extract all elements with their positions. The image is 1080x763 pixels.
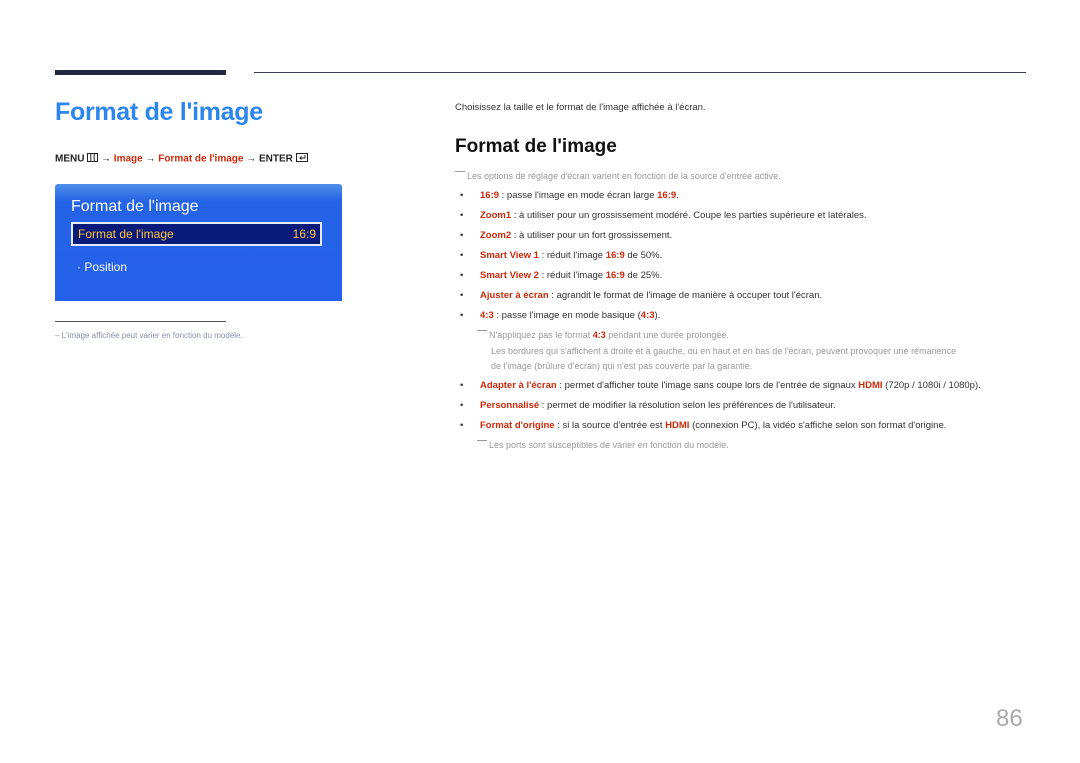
bullet-icon: • [460,400,464,411]
bullet-icon: • [460,230,464,241]
list-item: • Smart View 2 : réduit l'image 16:9 de 2… [460,270,662,281]
note-text: pendant une durée prolongée. [605,330,729,340]
osd-title: Format de l'image [71,198,199,215]
desc: : à utiliser pour un grossissement modér… [511,210,867,221]
footnote-text: L'image affichée peut varier en fonction… [61,331,243,340]
list-item: • Zoom1 : à utiliser pour un grossissemen… [460,210,867,221]
highlight: 16:9 [605,270,625,281]
page-title: Format de l'image [55,98,263,126]
highlight: HDMI [665,420,690,431]
term: Zoom2 [480,230,512,241]
desc: ). [654,310,661,321]
list-item: • Personnalisé : permet de modifier la ré… [460,400,836,411]
menu-icon [87,153,99,165]
note-43-detail-1: Les bordures qui s'affichent à droite et… [491,346,957,356]
list-item: • Zoom2 : à utiliser pour un fort grossis… [460,230,672,241]
list-item: • Smart View 1 : réduit l'image 16:9 de 5… [460,250,662,261]
desc: de 50%. [624,250,663,261]
note-dash-icon [477,330,487,331]
term: Ajuster à écran [480,290,549,301]
highlight: 16:9 [605,250,625,261]
bullet-icon: • [460,250,464,261]
arrow: → [101,153,112,165]
term: Smart View 1 [480,250,539,261]
header-accent-bar [55,70,226,75]
footnote-rule [55,321,226,322]
enter-label: ENTER [259,153,293,165]
note-43-warning: N'appliquez pas le format 4:3 pendant un… [477,330,729,340]
term: Zoom1 [480,210,512,221]
term: Format d'origine [480,420,555,431]
desc: : réduit l'image [538,250,606,261]
footnote: – L'image affichée peut varier en foncti… [55,331,243,340]
note-ports: Les ports sont susceptibles de varier en… [477,440,729,450]
desc: : permet de modifier la résolution selon… [539,400,836,411]
menu-label: MENU [55,153,85,165]
highlight: HDMI [858,380,883,391]
note-text: Les ports sont susceptibles de varier en… [489,440,729,450]
bullet-icon: • [460,210,464,221]
bullet-icon: • [460,290,464,301]
osd-item-label: Format de l'image [78,227,174,241]
desc: : à utiliser pour un fort grossissement. [511,230,673,241]
note-dash-icon [455,171,465,172]
menu-path: MENU → Image → Format de l'image → ENTER [55,153,308,165]
term: Personnalisé [480,400,540,411]
list-item: • Adapter à l'écran : permet d'afficher t… [460,380,981,391]
intro-text: Choisissez la taille et le format de l'i… [455,102,706,113]
bullet-icon: • [460,420,464,431]
list-item: • 16:9 : passe l'image en mode écran larg… [460,190,679,201]
list-item: • 4:3 : passe l'image en mode basique (4:… [460,310,660,321]
arrow: → [145,153,156,165]
list-item: • Ajuster à écran : agrandit le format de… [460,290,822,301]
osd-item-picture-size[interactable]: Format de l'image 16:9 [71,222,322,246]
desc: : si la source d'entrée est [554,420,666,431]
highlight: 4:3 [592,330,606,340]
desc: : permet d'afficher toute l'image sans c… [556,380,859,391]
osd-menu-panel: Format de l'image Format de l'image 16:9… [55,184,342,301]
note-text: Les options de réglage d'écran varient e… [467,171,781,181]
bullet-icon: • [460,310,464,321]
term: 16:9 [480,190,500,201]
desc: (720p / 1080i / 1080p). [882,380,981,391]
term: Smart View 2 [480,270,539,281]
highlight: 4:3 [640,310,655,321]
page-number: 86 [996,705,1023,732]
desc: (connexion PC), la vidéo s'affiche selon… [689,420,947,431]
menu-path-format: Format de l'image [158,153,244,165]
arrow: → [246,153,257,165]
desc: : passe l'image en mode basique ( [493,310,641,321]
highlight: 16:9 [657,190,677,201]
note-text: N'appliquez pas le format [489,330,593,340]
desc: . [676,190,679,201]
desc: : agrandit le format de l'image de maniè… [548,290,823,301]
note-options: Les options de réglage d'écran varient e… [455,171,781,181]
term: Adapter à l'écran [480,380,557,391]
enter-icon [295,153,308,165]
desc: : réduit l'image [538,270,606,281]
note-dash-icon [477,440,487,441]
bullet-icon: • [460,190,464,201]
bullet-icon: • [460,380,464,391]
desc: : passe l'image en mode écran large [499,190,658,201]
term: 4:3 [480,310,494,321]
section-title: Format de l'image [455,136,617,157]
desc: de 25%. [624,270,663,281]
menu-path-image: Image [113,153,143,165]
osd-item-position[interactable]: · Position [77,260,127,274]
osd-item-value: 16:9 [292,227,316,241]
bullet-icon: • [460,270,464,281]
note-43-detail-2: de l'image (brûlure d'écran) qui n'est p… [491,361,753,371]
list-item: • Format d'origine : si la source d'entré… [460,420,946,431]
header-rule [254,72,1026,73]
